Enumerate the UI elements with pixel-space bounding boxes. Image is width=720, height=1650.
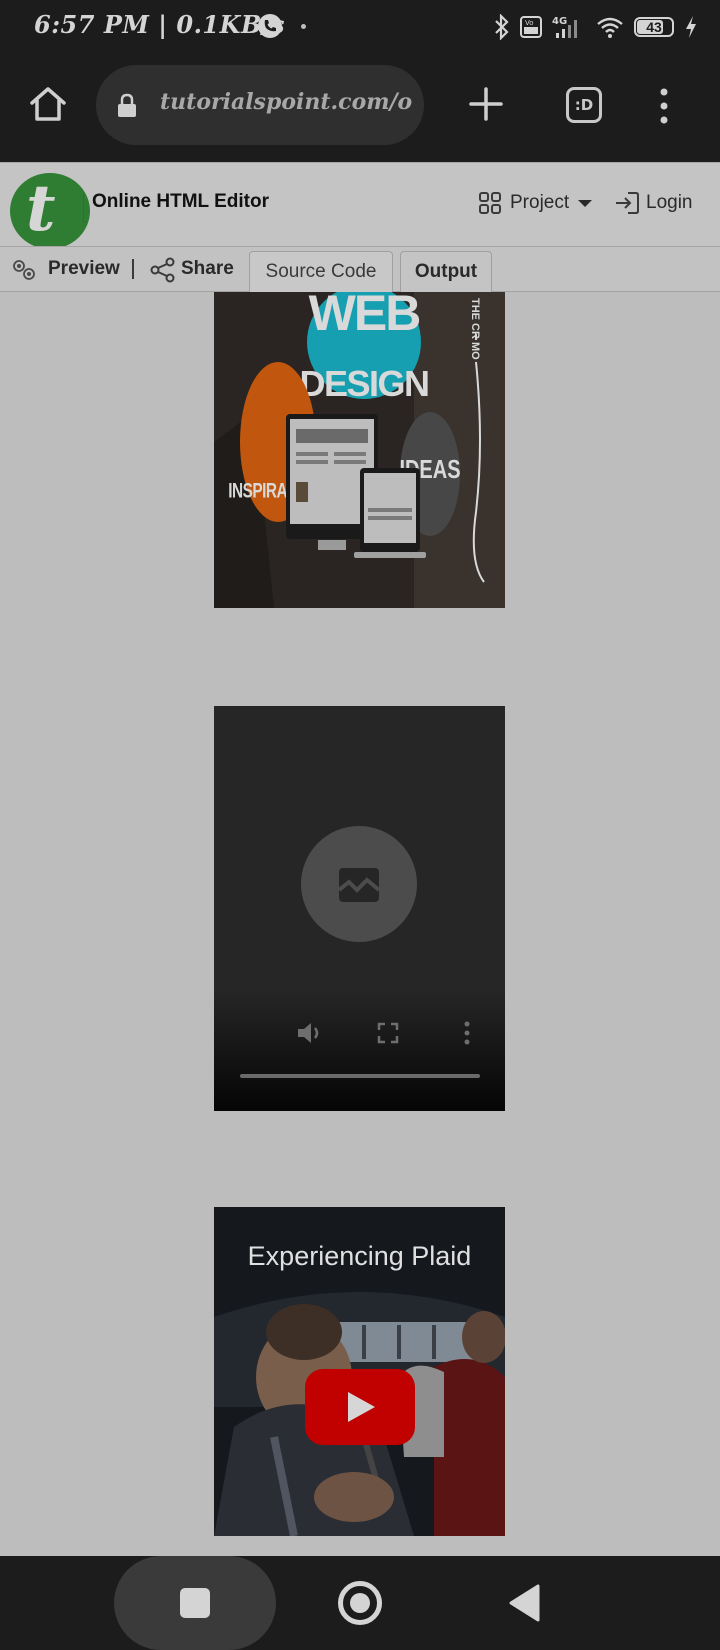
preview-button[interactable]: Preview: [48, 258, 120, 280]
fullscreen-icon[interactable]: [377, 1022, 399, 1044]
notification-dot: [301, 24, 306, 29]
more-menu-icon[interactable]: [654, 86, 674, 126]
toolbar-separator: [132, 259, 134, 279]
tab-output[interactable]: Output: [400, 251, 492, 293]
share-button[interactable]: Share: [181, 258, 234, 280]
wifi-icon: [597, 17, 623, 38]
back-icon[interactable]: [508, 1584, 542, 1622]
login-label: Login: [646, 192, 693, 213]
recents-icon: [180, 1588, 210, 1618]
project-menu-button[interactable]: Project: [478, 187, 593, 219]
image-word-side: THE CR MO: [469, 298, 481, 360]
recents-button[interactable]: [114, 1556, 276, 1650]
lock-icon: [118, 93, 136, 117]
url-text: tutorialspoint.com/online_html_editor.ph…: [160, 89, 412, 115]
header-divider: [83, 193, 84, 223]
image-word-design: DESIGN: [299, 363, 428, 404]
page-title: Online HTML Editor: [92, 191, 269, 212]
share-icon[interactable]: [150, 257, 176, 283]
signal-4g-icon: 4G: [552, 16, 577, 38]
project-label: Project: [510, 192, 570, 213]
more-options-icon[interactable]: [463, 1021, 471, 1045]
web-page: t Online HTML Editor Project Login Previ…: [0, 162, 720, 1556]
svg-text:4G: 4G: [552, 16, 567, 27]
browser-toolbar: tutorialspoint.com/online_html_editor.ph…: [0, 56, 720, 162]
bluetooth-icon: [495, 14, 509, 40]
home-icon[interactable]: [28, 84, 68, 124]
login-icon: [616, 192, 639, 214]
volume-icon[interactable]: [296, 1020, 324, 1046]
login-button[interactable]: Login: [614, 187, 693, 219]
output-panel: WEB DESIGN INSPIRATION IDEAS THE CR MO E…: [0, 292, 720, 1556]
video-player[interactable]: [214, 706, 505, 1111]
youtube-play-button[interactable]: [305, 1369, 415, 1445]
battery-level: 43: [646, 19, 662, 35]
video-progress-bar[interactable]: [240, 1074, 480, 1078]
settings-icon[interactable]: [10, 257, 38, 283]
home-button[interactable]: [338, 1581, 382, 1625]
broken-media-icon: [301, 826, 417, 942]
logo-letter: t: [26, 173, 56, 246]
youtube-video-title: Experiencing Plaid: [247, 1241, 472, 1271]
tab-source-code[interactable]: Source Code: [249, 251, 393, 293]
status-icons: Vo 4G 43: [494, 12, 698, 42]
grid-icon: [479, 192, 501, 214]
battery-indicator: 43: [634, 17, 674, 37]
caret-down-icon: [578, 200, 593, 207]
web-design-image: WEB DESIGN INSPIRATION IDEAS THE CR MO: [214, 292, 505, 608]
svg-text:Vo: Vo: [525, 19, 534, 27]
status-time: 6:57 PM | 0.1KB/s: [34, 10, 286, 39]
tab-switcher-button[interactable]: :D: [566, 87, 602, 123]
call-icon: [258, 14, 282, 38]
youtube-embed[interactable]: Experiencing Plaid: [214, 1207, 505, 1536]
address-bar[interactable]: tutorialspoint.com/online_html_editor.ph…: [96, 65, 424, 145]
status-bar: 6:57 PM | 0.1KB/s Vo 4G 43: [0, 0, 720, 56]
system-navigation-bar: [0, 1556, 720, 1650]
new-tab-icon[interactable]: [466, 84, 506, 124]
home-circle-icon: [350, 1593, 370, 1613]
volte-icon: Vo: [520, 16, 542, 38]
image-word-web: WEB: [309, 292, 420, 341]
editor-toolbar: Preview Share Source Code Output: [0, 246, 720, 293]
tutorialspoint-logo[interactable]: t: [10, 173, 90, 249]
charging-icon: [686, 16, 696, 38]
site-header: t Online HTML Editor Project Login: [0, 162, 720, 249]
